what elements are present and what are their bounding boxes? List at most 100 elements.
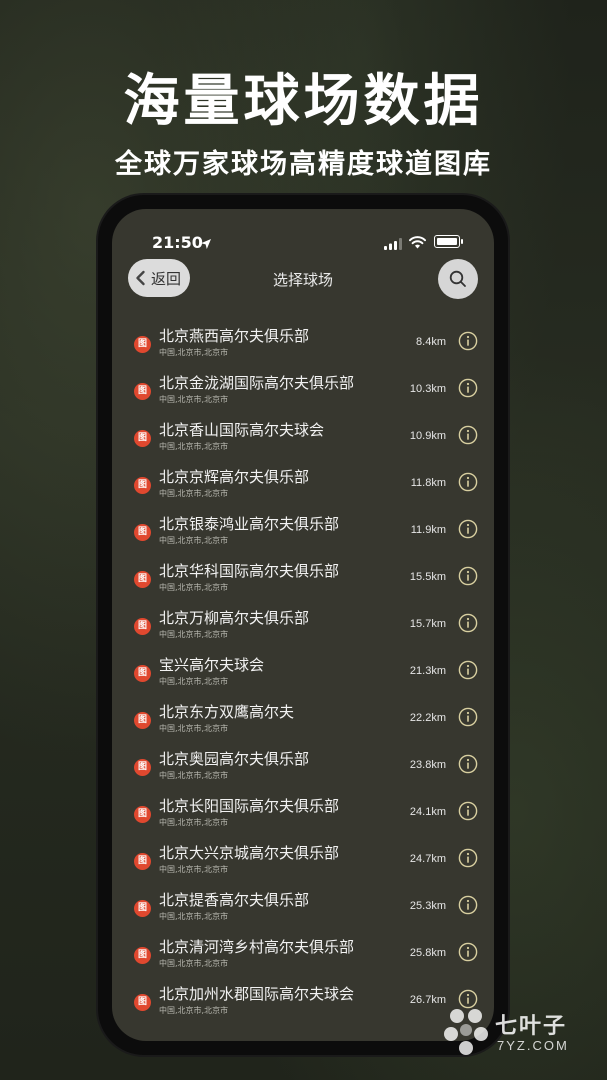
course-name: 北京银泰鸿业高尔夫俱乐部 — [159, 515, 340, 533]
course-distance: 15.5km — [409, 571, 446, 583]
course-location: 中国,北京市,北京市 — [159, 959, 229, 968]
info-icon[interactable] — [458, 472, 478, 492]
course-distance: 24.1km — [409, 806, 446, 818]
course-location: 中国,北京市,北京市 — [159, 865, 229, 874]
course-row[interactable]: 图北京大兴京城高尔夫俱乐部中国,北京市,北京市 24.7km — [112, 836, 494, 883]
course-name: 北京东方双鹰高尔夫 — [159, 703, 295, 721]
course-name: 北京加州水郡国际高尔夫球会 — [159, 985, 355, 1003]
course-row[interactable]: 图北京东方双鹰高尔夫中国,北京市,北京市 22.2km — [112, 695, 494, 742]
course-name: 北京提香高尔夫俱乐部 — [159, 891, 310, 909]
battery-level — [437, 238, 457, 245]
course-map-icon: 图 — [134, 853, 151, 870]
search-icon — [449, 270, 466, 287]
course-row[interactable]: 图宝兴高尔夫球会 中国,北京市,北京市 21.3km — [112, 648, 494, 695]
location-arrow-icon — [200, 235, 212, 254]
battery-icon — [434, 235, 463, 248]
info-icon[interactable] — [458, 707, 478, 727]
course-location: 中国,北京市,北京市 — [159, 583, 229, 592]
course-row[interactable]: 图北京京辉高尔夫俱乐部中国,北京市,北京市 11.8km — [112, 460, 494, 507]
course-row[interactable]: 图北京金泷湖国际高尔夫俱乐部中国,北京市,北京市 10.3km — [112, 366, 494, 413]
course-distance: 8.4km — [416, 336, 446, 348]
course-map-icon: 图 — [134, 665, 151, 682]
course-name: 北京大兴京城高尔夫俱乐部 — [159, 844, 340, 862]
course-location: 中国,北京市,北京市 — [159, 536, 229, 545]
course-name: 北京燕西高尔夫俱乐部 — [159, 327, 310, 345]
page-headline: 海量球场数据 — [123, 69, 484, 134]
info-icon[interactable] — [458, 378, 478, 398]
course-row[interactable]: 图北京长阳国际高尔夫俱乐部中国,北京市,北京市 24.1km — [112, 789, 494, 836]
course-name: 宝兴高尔夫球会 — [159, 656, 265, 674]
phone-screen: 21:50 返回 选择球场 图 北京燕西高尔夫俱乐部 中国,北京市,北京市 8.… — [112, 209, 494, 1041]
course-distance: 24.7km — [409, 853, 446, 865]
nav-bar: 返回 选择球场 — [112, 259, 494, 303]
course-map-icon: 图 — [134, 806, 151, 823]
course-name: 北京奥园高尔夫俱乐部 — [159, 750, 310, 768]
course-row[interactable]: 图北京清河湾乡村高尔夫俱乐部中国,北京市,北京市 25.8km — [112, 930, 494, 977]
info-icon[interactable] — [458, 425, 478, 445]
watermark-sub: 7YZ.COM — [497, 1038, 569, 1053]
info-icon[interactable] — [458, 895, 478, 915]
course-distance: 23.8km — [409, 759, 446, 771]
course-map-icon: 图 — [134, 618, 151, 635]
course-map-icon: 图 — [134, 336, 151, 353]
course-name: 北京金泷湖国际高尔夫俱乐部 — [159, 374, 355, 392]
course-distance: 22.2km — [409, 712, 446, 724]
course-distance: 10.3km — [409, 383, 446, 395]
course-row[interactable]: 图北京华科国际高尔夫俱乐部中国,北京市,北京市 15.5km — [112, 554, 494, 601]
status-time: 21:50 — [152, 233, 203, 252]
course-map-icon: 图 — [134, 524, 151, 541]
course-map-icon: 图 — [134, 383, 151, 400]
info-icon[interactable] — [458, 613, 478, 633]
course-location: 中国,北京市,北京市 — [159, 348, 229, 357]
course-location: 中国,北京市,北京市 — [159, 489, 229, 498]
course-map-icon: 图 — [134, 712, 151, 729]
course-distance: 11.9km — [410, 524, 446, 536]
course-row[interactable]: 图北京奥园高尔夫俱乐部中国,北京市,北京市 23.8km — [112, 742, 494, 789]
watermark: 七叶子 7YZ.COM — [441, 1002, 591, 1062]
signal-icon — [384, 235, 402, 254]
page-title: 选择球场 — [272, 271, 333, 289]
course-name: 北京万柳高尔夫俱乐部 — [159, 609, 310, 627]
course-name: 北京长阳国际高尔夫俱乐部 — [159, 797, 340, 815]
course-location: 中国,北京市,北京市 — [159, 630, 229, 639]
search-button[interactable] — [438, 259, 478, 299]
course-row[interactable]: 图北京香山国际高尔夫球会 中国,北京市,北京市 10.9km — [112, 413, 494, 460]
phone-frame: 21:50 返回 选择球场 图 北京燕西高尔夫俱乐部 中国,北京市,北京市 8.… — [98, 195, 508, 1055]
info-icon[interactable] — [458, 801, 478, 821]
course-location: 中国,北京市,北京市 — [159, 771, 229, 780]
course-list: 图北京燕西高尔夫俱乐部 中国,北京市,北京市 8.4km 图北京金泷湖国际高尔夫俱乐部… — [112, 319, 494, 1024]
course-map-icon: 图 — [134, 900, 151, 917]
course-row[interactable]: 图北京银泰鸿业高尔夫俱乐部中国,北京市,北京市 11.9km — [112, 507, 494, 554]
course-name: 北京华科国际高尔夫俱乐部 — [159, 562, 340, 580]
course-name: 北京京辉高尔夫俱乐部 — [159, 468, 310, 486]
course-row[interactable]: 图北京加州水郡国际高尔夫球会 中国,北京市,北京市 26.7km — [112, 977, 494, 1024]
watermark-text: 七叶子 — [495, 1014, 568, 1039]
course-row[interactable]: 图北京万柳高尔夫俱乐部 中国,北京市,北京市 15.7km — [112, 601, 494, 648]
course-map-icon: 图 — [134, 571, 151, 588]
info-icon[interactable] — [458, 566, 478, 586]
course-map-icon: 图 — [134, 477, 151, 494]
course-distance: 10.9km — [409, 430, 446, 442]
course-map-icon: 图 — [134, 994, 151, 1011]
page-subheadline: 全球万家球场高精度球道图库 — [115, 149, 492, 180]
info-icon[interactable] — [458, 942, 478, 962]
course-location: 中国,北京市,北京市 — [159, 818, 229, 827]
course-location: 中国,北京市,北京市 — [159, 912, 229, 921]
course-distance: 11.8km — [410, 477, 446, 489]
course-row[interactable]: 图北京提香高尔夫俱乐部中国,北京市,北京市 25.3km — [112, 883, 494, 930]
course-distance: 25.8km — [409, 947, 446, 959]
course-name: 北京清河湾乡村高尔夫俱乐部 — [159, 938, 355, 956]
info-icon[interactable] — [458, 754, 478, 774]
course-location: 中国,北京市,北京市 — [159, 724, 229, 733]
info-icon[interactable] — [458, 331, 478, 351]
course-distance: 25.3km — [409, 900, 446, 912]
course-row[interactable]: 图北京燕西高尔夫俱乐部中国,北京市,北京市 8.4km — [112, 319, 494, 366]
info-icon[interactable] — [458, 848, 478, 868]
wifi-icon — [409, 234, 426, 253]
course-location: 中国,北京市,北京市 — [159, 442, 229, 451]
info-icon[interactable] — [458, 660, 478, 680]
info-icon[interactable] — [458, 519, 478, 539]
course-map-icon: 图 — [134, 947, 151, 964]
course-map-icon: 图 — [134, 759, 151, 776]
course-location: 中国,北京市,北京市 — [159, 395, 229, 404]
